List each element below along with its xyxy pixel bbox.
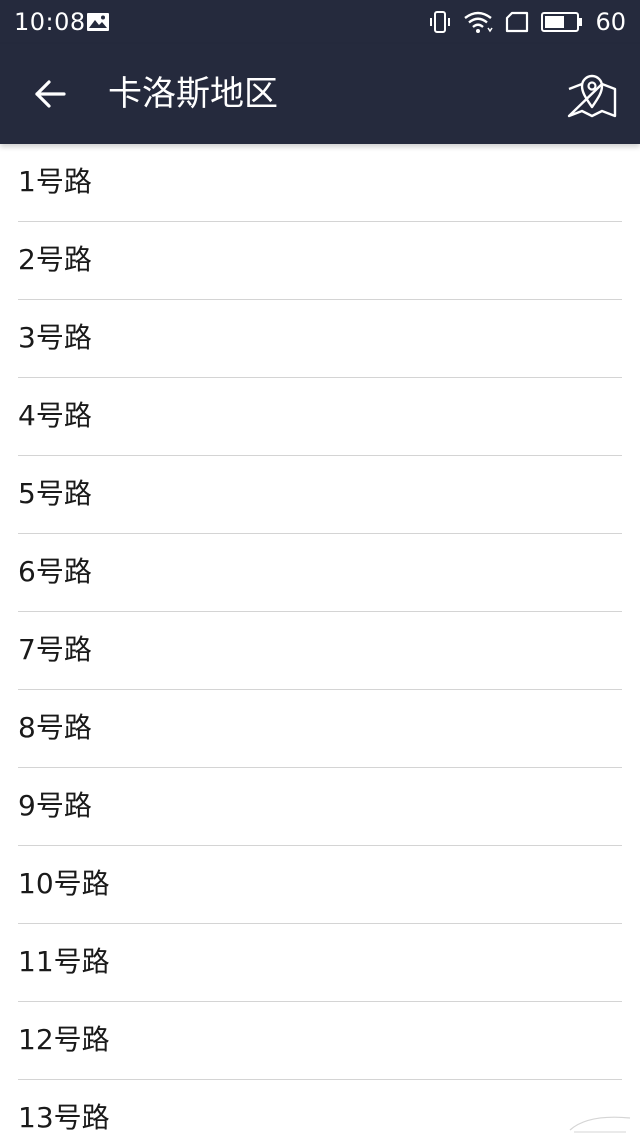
road-label: 11号路 — [18, 945, 110, 978]
battery-percent: 60 — [595, 8, 626, 36]
road-list: 1号路 2号路 3号路 4号路 5号路 6号路 7号路 8号路 9号路 10号路… — [0, 144, 640, 1138]
road-label: 6号路 — [18, 555, 92, 588]
road-label: 12号路 — [18, 1023, 110, 1056]
list-item[interactable]: 12号路 — [18, 1002, 622, 1080]
list-item[interactable]: 10号路 — [18, 846, 622, 924]
arrow-left-icon — [35, 80, 66, 108]
road-label: 2号路 — [18, 243, 92, 276]
road-label: 8号路 — [18, 711, 92, 744]
list-item[interactable]: 4号路 — [18, 378, 622, 456]
list-item[interactable]: 8号路 — [18, 690, 622, 768]
list-item[interactable]: 13号路 — [18, 1080, 622, 1138]
list-item[interactable]: 1号路 — [18, 144, 622, 222]
page-title: 卡洛斯地区 — [108, 74, 278, 114]
wifi-icon — [463, 10, 494, 34]
list-item[interactable]: 2号路 — [18, 222, 622, 300]
screen: 10:08 60 卡洛斯地区 1号路 2号路 3号路 4号路 5号路 6号路 7… — [0, 0, 640, 1138]
list-item[interactable]: 3号路 — [18, 300, 622, 378]
map-pin-icon — [567, 74, 617, 118]
road-label: 1号路 — [18, 165, 92, 198]
status-bar: 10:08 60 — [0, 0, 640, 44]
list-item[interactable]: 6号路 — [18, 534, 622, 612]
list-item[interactable]: 11号路 — [18, 924, 622, 1002]
road-label: 3号路 — [18, 321, 92, 354]
status-time: 10:08 — [14, 8, 86, 36]
back-button[interactable] — [22, 70, 78, 118]
battery-icon — [541, 11, 583, 33]
map-button[interactable] — [562, 66, 622, 122]
road-label: 9号路 — [18, 789, 92, 822]
road-label: 4号路 — [18, 399, 92, 432]
status-right-icons: 60 — [429, 8, 626, 36]
watermark-logo — [568, 1112, 632, 1134]
road-label: 10号路 — [18, 867, 110, 900]
list-item[interactable]: 5号路 — [18, 456, 622, 534]
list-item[interactable]: 9号路 — [18, 768, 622, 846]
image-icon — [86, 12, 110, 32]
vibrate-icon — [429, 10, 451, 34]
road-label: 7号路 — [18, 633, 92, 666]
road-label: 5号路 — [18, 477, 92, 510]
list-item[interactable]: 7号路 — [18, 612, 622, 690]
sim-icon — [505, 11, 529, 33]
toolbar: 卡洛斯地区 — [0, 44, 640, 144]
road-label: 13号路 — [18, 1101, 110, 1134]
